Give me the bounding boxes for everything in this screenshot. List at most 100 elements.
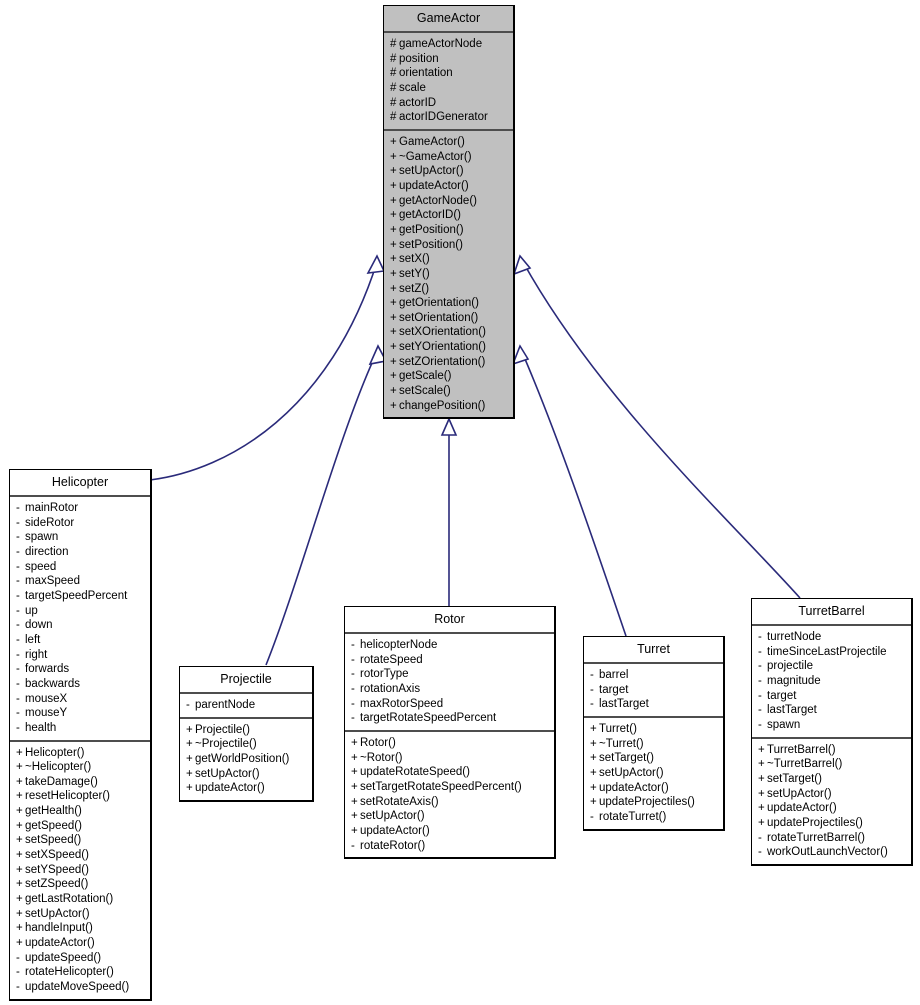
- member-visibility: +: [390, 385, 397, 398]
- class-member: - direction: [10, 545, 150, 560]
- member-label: position: [399, 52, 439, 65]
- class-member: - spawn: [10, 530, 150, 545]
- member-label: gameActorNode: [399, 38, 483, 50]
- member-label: setUpActor(): [599, 766, 664, 779]
- member-label: workOutLaunchVector(): [767, 846, 888, 859]
- member-label: scale: [399, 81, 426, 94]
- member-visibility: +: [16, 775, 23, 788]
- member-visibility: -: [351, 639, 355, 651]
- member-visibility: -: [16, 677, 20, 690]
- class-member: + getActorID(): [384, 208, 513, 223]
- member-visibility: #: [390, 96, 397, 109]
- class-member: + updateActor(): [584, 781, 723, 796]
- class-member: + ~TurretBarrel(): [752, 757, 911, 772]
- member-visibility: -: [758, 645, 762, 658]
- member-visibility: +: [351, 751, 358, 764]
- member-label: rotateRotor(): [360, 839, 426, 852]
- member-visibility: +: [390, 179, 397, 192]
- member-visibility: +: [351, 766, 358, 779]
- member-label: targetRotateSpeedPercent: [360, 712, 497, 725]
- member-label: actorID: [399, 96, 437, 109]
- class-member: - updateSpeed(): [10, 951, 150, 966]
- member-visibility: +: [390, 297, 397, 310]
- class-member: - projectile: [752, 659, 911, 674]
- class-box-rotor[interactable]: Rotor - helicopterNode - rotateSpeed - rotorT…: [344, 606, 556, 860]
- member-visibility: +: [590, 781, 597, 794]
- member-label: rotateHelicopter(): [25, 966, 114, 979]
- member-label: maxRotorSpeed: [360, 697, 444, 710]
- member-label: setTarget(): [599, 752, 654, 765]
- member-visibility: -: [16, 707, 20, 720]
- methods-projectile: + Projectile() + ~Projectile() + getWorldPosi…: [180, 719, 312, 800]
- member-visibility: -: [16, 981, 20, 993]
- member-visibility: -: [16, 604, 20, 617]
- member-visibility: +: [590, 722, 597, 735]
- class-member: + getWorldPosition(): [180, 752, 312, 767]
- class-member: - rotationAxis: [345, 682, 554, 697]
- member-visibility: +: [186, 723, 193, 736]
- class-member: - sideRotor: [10, 516, 150, 531]
- member-visibility: +: [16, 922, 23, 935]
- class-member: # scale: [384, 81, 513, 96]
- class-member: - turretNode: [752, 630, 911, 645]
- member-visibility: +: [390, 341, 397, 354]
- class-member: - workOutLaunchVector(): [752, 845, 911, 860]
- member-visibility: +: [390, 165, 397, 178]
- member-label: lastTarget: [767, 704, 817, 717]
- class-member: + getSpeed(): [10, 819, 150, 834]
- class-box-projectile[interactable]: Projectile - parentNode + Projectile() + ~Pr…: [179, 666, 314, 802]
- member-visibility: -: [590, 698, 594, 711]
- class-title-rotor: Rotor: [345, 607, 554, 634]
- member-visibility: -: [758, 631, 762, 643]
- class-member: + setYOrientation(): [384, 340, 513, 355]
- class-member: + setZ(): [384, 282, 513, 297]
- class-member: + ~GameActor(): [384, 150, 513, 165]
- member-visibility: +: [590, 766, 597, 779]
- member-visibility: +: [351, 795, 358, 808]
- member-label: magnitude: [767, 674, 821, 687]
- edge-turret-to-gameactor: [511, 344, 627, 637]
- class-member: - mainRotor: [10, 501, 150, 516]
- member-visibility: -: [16, 721, 20, 734]
- class-member: + setUpActor(): [384, 164, 513, 179]
- member-label: updateActor(): [767, 802, 837, 815]
- member-label: setZSpeed(): [25, 878, 89, 891]
- member-visibility: -: [758, 689, 762, 702]
- member-label: resetHelicopter(): [25, 790, 110, 803]
- member-label: setZ(): [399, 282, 430, 295]
- member-visibility: +: [390, 355, 397, 368]
- class-member: - maxRotorSpeed: [345, 697, 554, 712]
- class-member: + ~Turret(): [584, 737, 723, 752]
- class-member: - lastTarget: [584, 697, 723, 712]
- member-visibility: +: [186, 738, 193, 751]
- class-title-helicopter: Helicopter: [10, 470, 150, 497]
- member-label: updateActor(): [25, 937, 95, 950]
- member-visibility: +: [758, 816, 765, 829]
- member-visibility: +: [16, 834, 23, 847]
- class-member: + setScale(): [384, 384, 513, 399]
- member-visibility: +: [351, 736, 358, 749]
- class-member: - maxSpeed: [10, 574, 150, 589]
- class-box-helicopter[interactable]: Helicopter - mainRotor - sideRotor - spawn - di…: [9, 469, 152, 1001]
- methods-gameactor: + GameActor() + ~GameActor() + setUpActor() + u…: [384, 131, 513, 417]
- class-box-turretbarrel[interactable]: TurretBarrel - turretNode - timeSinceLastPr…: [751, 598, 913, 866]
- member-label: setUpActor(): [195, 767, 260, 780]
- member-visibility: +: [390, 253, 397, 266]
- member-visibility: +: [16, 790, 23, 803]
- member-visibility: #: [390, 67, 397, 80]
- class-box-turret[interactable]: Turret - barrel - target - lastTarget + Turret…: [583, 636, 725, 831]
- member-visibility: -: [16, 663, 20, 676]
- member-visibility: -: [758, 831, 762, 844]
- methods-helicopter: + Helicopter() + ~Helicopter() + takeDamage()…: [10, 742, 150, 999]
- member-label: forwards: [25, 663, 70, 676]
- member-visibility: +: [351, 824, 358, 837]
- member-label: sideRotor: [25, 516, 75, 529]
- class-member: - targetSpeedPercent: [10, 589, 150, 604]
- class-member: # position: [384, 52, 513, 67]
- member-visibility: #: [390, 81, 397, 94]
- methods-turret: + Turret() + ~Turret() + setTarget() + setUpAct…: [584, 718, 723, 829]
- member-label: setY(): [399, 267, 430, 280]
- member-visibility: -: [351, 668, 355, 681]
- class-member: - mouseX: [10, 692, 150, 707]
- class-box-gameactor[interactable]: GameActor # gameActorNode # position # orient…: [383, 5, 515, 420]
